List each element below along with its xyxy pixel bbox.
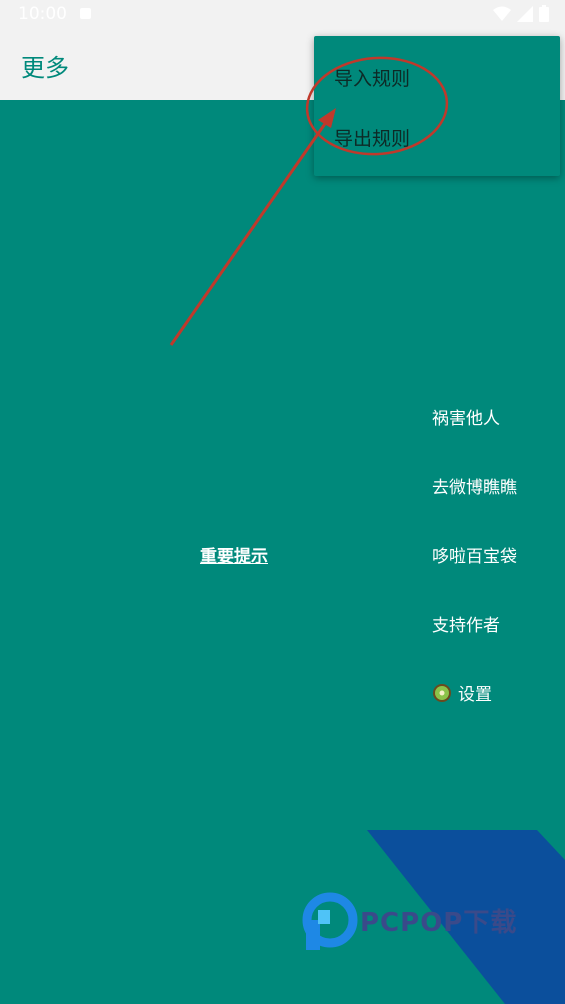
watermark-text: PCPOP下载 — [360, 908, 517, 938]
watermark: PCPOP下载 — [302, 830, 565, 1004]
watermark-logo — [302, 892, 358, 950]
